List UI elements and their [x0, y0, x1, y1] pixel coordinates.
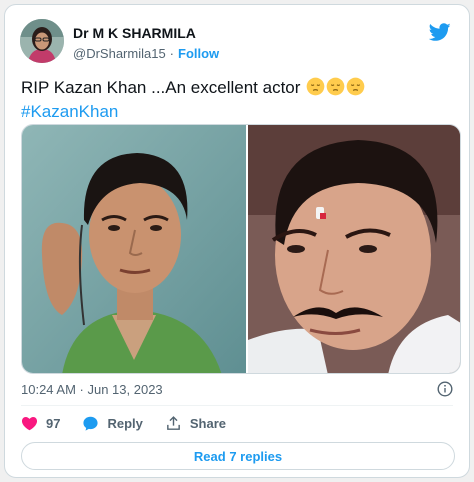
timestamp[interactable]: 10:24 AM · Jun 13, 2023: [21, 382, 163, 397]
read-replies-button[interactable]: Read 7 replies: [21, 442, 455, 470]
follow-button[interactable]: Follow: [178, 46, 219, 61]
media-image-left[interactable]: [22, 125, 246, 373]
pensive-emoji-icon: [306, 77, 325, 96]
action-bar: 97 Reply Share: [21, 415, 248, 432]
media-image-right[interactable]: [246, 125, 460, 373]
tweet-text: RIP Kazan Khan ...An excellent actor: [21, 78, 301, 97]
tweet-media[interactable]: [21, 124, 461, 374]
divider: [21, 405, 453, 406]
tweet-text-block: RIP Kazan Khan ...An excellent actor #Ka…: [21, 76, 365, 124]
separator: ·: [169, 46, 175, 61]
pensive-emoji-icon: [326, 77, 345, 96]
author-name[interactable]: Dr M K SHARMILA: [73, 25, 196, 41]
twitter-bird-icon[interactable]: [429, 21, 451, 43]
like-count: 97: [46, 416, 61, 431]
tweet-card: Dr M K SHARMILA @DrSharmila15 · Follow R…: [4, 4, 470, 478]
heart-icon: [21, 416, 38, 431]
like-button[interactable]: 97: [21, 415, 60, 432]
author-meta: @DrSharmila15 · Follow: [73, 46, 219, 61]
share-button[interactable]: Share: [165, 415, 226, 432]
info-icon[interactable]: [437, 381, 453, 397]
share-label: Share: [189, 416, 227, 431]
avatar[interactable]: [20, 19, 64, 63]
author-handle[interactable]: @DrSharmila15: [73, 46, 166, 61]
reply-button[interactable]: Reply: [82, 415, 143, 432]
reply-bubble-icon: [83, 416, 99, 431]
pensive-emoji-icon: [346, 77, 365, 96]
share-icon: [167, 416, 180, 430]
hashtag-link[interactable]: #KazanKhan: [21, 100, 365, 124]
reply-label: Reply: [107, 416, 143, 431]
